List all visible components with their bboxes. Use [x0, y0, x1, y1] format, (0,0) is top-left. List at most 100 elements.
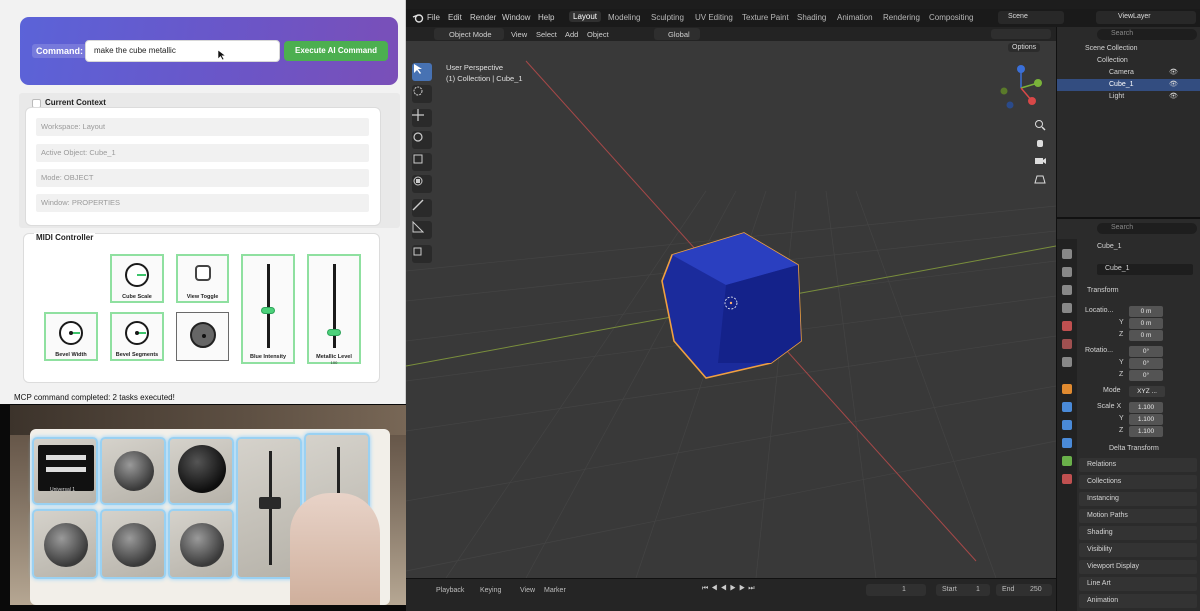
scale-z-field[interactable]: 1.100: [1129, 426, 1163, 437]
location-y-field[interactable]: 0 m: [1129, 318, 1163, 329]
header-menu-object[interactable]: Object: [587, 30, 609, 39]
menu-help[interactable]: Help: [538, 13, 554, 22]
tool-scale[interactable]: [412, 153, 432, 171]
tab-animation[interactable]: Animation: [837, 13, 873, 22]
data-tab-icon[interactable]: [1062, 456, 1072, 466]
view-layer-tab-icon[interactable]: [1062, 303, 1072, 313]
tool-annotate[interactable]: [412, 199, 432, 217]
visibility-section[interactable]: Visibility: [1079, 543, 1197, 557]
output-tab-icon[interactable]: [1062, 285, 1072, 295]
tab-texture-paint[interactable]: Texture Paint: [742, 13, 789, 22]
start-frame-field[interactable]: Start 1: [936, 584, 990, 596]
location-x-field[interactable]: 0 m: [1129, 306, 1163, 317]
tab-modeling[interactable]: Modeling: [608, 13, 640, 22]
navigation-gizmo[interactable]: [996, 63, 1046, 113]
tool-cursor[interactable]: [412, 85, 432, 103]
outliner-cube-1[interactable]: Cube_1 👁: [1057, 79, 1200, 91]
menu-render[interactable]: Render: [470, 13, 496, 22]
scene-selector[interactable]: Scene: [998, 11, 1064, 24]
3d-viewport[interactable]: User Perspective (1) Collection | Cube_1: [406, 41, 1056, 578]
tab-compositing[interactable]: Compositing: [929, 13, 973, 22]
tool-measure[interactable]: [412, 221, 432, 239]
object-name-field[interactable]: Cube_1: [1097, 264, 1193, 275]
tool-move[interactable]: [412, 109, 432, 127]
view-layer-selector[interactable]: ViewLayer: [1096, 11, 1196, 24]
tab-layout[interactable]: Layout: [569, 11, 602, 22]
metallic-level-slider[interactable]: Metallic Level 100: [307, 254, 361, 365]
location-z-field[interactable]: 0 m: [1129, 330, 1163, 341]
unassigned-knob[interactable]: [176, 312, 229, 361]
mode-dropdown[interactable]: Object Mode: [434, 28, 504, 40]
execute-ai-command-button[interactable]: Execute AI Command: [284, 41, 388, 61]
tab-rendering[interactable]: Rendering: [883, 13, 920, 22]
scale-x-field[interactable]: 1.100: [1129, 402, 1163, 413]
header-menu-view[interactable]: View: [511, 30, 527, 39]
zoom-icon[interactable]: [1034, 119, 1046, 131]
bevel-segments-knob[interactable]: Bevel Segments: [110, 312, 164, 361]
menu-edit[interactable]: Edit: [448, 13, 462, 22]
object-tab-icon[interactable]: [1062, 384, 1072, 394]
tool-transform[interactable]: [412, 175, 432, 193]
rotation-y-field[interactable]: 0°: [1129, 358, 1163, 369]
timeline-view[interactable]: View: [520, 587, 535, 594]
scene-tab-icon[interactable]: [1062, 321, 1072, 331]
tab-uv-editing[interactable]: UV Editing: [695, 13, 733, 22]
delta-transform-section[interactable]: Delta Transform: [1109, 443, 1159, 455]
slider-thumb[interactable]: [261, 307, 275, 314]
transform-section-title[interactable]: Transform: [1087, 285, 1119, 297]
timeline-playback[interactable]: Playback: [436, 587, 464, 594]
visibility-eye-icon[interactable]: 👁: [1169, 91, 1178, 103]
camera-view-icon[interactable]: [1034, 155, 1046, 167]
viewport-display-section[interactable]: Viewport Display: [1079, 560, 1197, 574]
command-input[interactable]: make the cube metallic: [85, 40, 280, 62]
outliner-search[interactable]: Search: [1097, 29, 1197, 40]
blender-logo-icon[interactable]: [412, 12, 424, 24]
header-menu-select[interactable]: Select: [536, 30, 557, 39]
playback-controls[interactable]: ⏮◀◀▶▶⏭: [702, 585, 768, 596]
motion-paths-section[interactable]: Motion Paths: [1079, 509, 1197, 523]
timeline-keying[interactable]: Keying: [480, 587, 501, 594]
modifier-tab-icon[interactable]: [1062, 402, 1072, 412]
tool-rotate[interactable]: [412, 131, 432, 149]
tool-select-box[interactable]: [412, 63, 432, 81]
collections-section[interactable]: Collections: [1079, 475, 1197, 489]
outliner-collection[interactable]: Collection: [1057, 55, 1200, 67]
menu-window[interactable]: Window: [502, 13, 530, 22]
slider-thumb[interactable]: [327, 329, 341, 336]
orientation-dropdown[interactable]: Global: [654, 28, 700, 40]
outliner-camera[interactable]: Camera 👁: [1057, 67, 1200, 79]
visibility-eye-icon[interactable]: 👁: [1169, 79, 1178, 91]
properties-search[interactable]: Search: [1097, 223, 1197, 234]
material-tab-icon[interactable]: [1062, 474, 1072, 484]
timeline-marker[interactable]: Marker: [544, 587, 566, 594]
world-tab-icon[interactable]: [1062, 339, 1072, 349]
bevel-width-knob[interactable]: Bevel Width: [44, 312, 98, 361]
rotation-z-field[interactable]: 0°: [1129, 370, 1163, 381]
rotation-mode-dropdown[interactable]: XYZ ...: [1129, 386, 1165, 397]
cube-scale-knob[interactable]: Cube Scale: [110, 254, 164, 303]
pan-hand-icon[interactable]: [1034, 137, 1046, 149]
tab-shading[interactable]: Shading: [797, 13, 826, 22]
current-frame-field[interactable]: 1: [866, 584, 926, 596]
outliner-scene-collection[interactable]: Scene Collection: [1057, 43, 1200, 55]
tool-add-cube[interactable]: [412, 245, 432, 263]
particles-tab-icon[interactable]: [1062, 420, 1072, 430]
shading-section[interactable]: Shading: [1079, 526, 1197, 540]
menu-file[interactable]: File: [427, 13, 440, 22]
line-art-section[interactable]: Line Art: [1079, 577, 1197, 591]
instancing-section[interactable]: Instancing: [1079, 492, 1197, 506]
tool-tab-icon[interactable]: [1062, 249, 1072, 259]
render-tab-icon[interactable]: [1062, 267, 1072, 277]
grid-view-icon[interactable]: [1034, 173, 1046, 185]
collection-tab-icon[interactable]: [1062, 357, 1072, 367]
animation-section[interactable]: Animation: [1079, 594, 1197, 608]
visibility-eye-icon[interactable]: 👁: [1169, 67, 1178, 79]
blue-intensity-slider[interactable]: Blue Intensity: [241, 254, 295, 364]
header-menu-add[interactable]: Add: [565, 30, 578, 39]
view-toggle-button[interactable]: View Toggle: [176, 254, 229, 303]
outliner-light[interactable]: Light 👁: [1057, 91, 1200, 103]
physics-tab-icon[interactable]: [1062, 438, 1072, 448]
relations-section[interactable]: Relations: [1079, 458, 1197, 472]
shading-buttons[interactable]: [991, 29, 1051, 39]
scale-y-field[interactable]: 1.100: [1129, 414, 1163, 425]
